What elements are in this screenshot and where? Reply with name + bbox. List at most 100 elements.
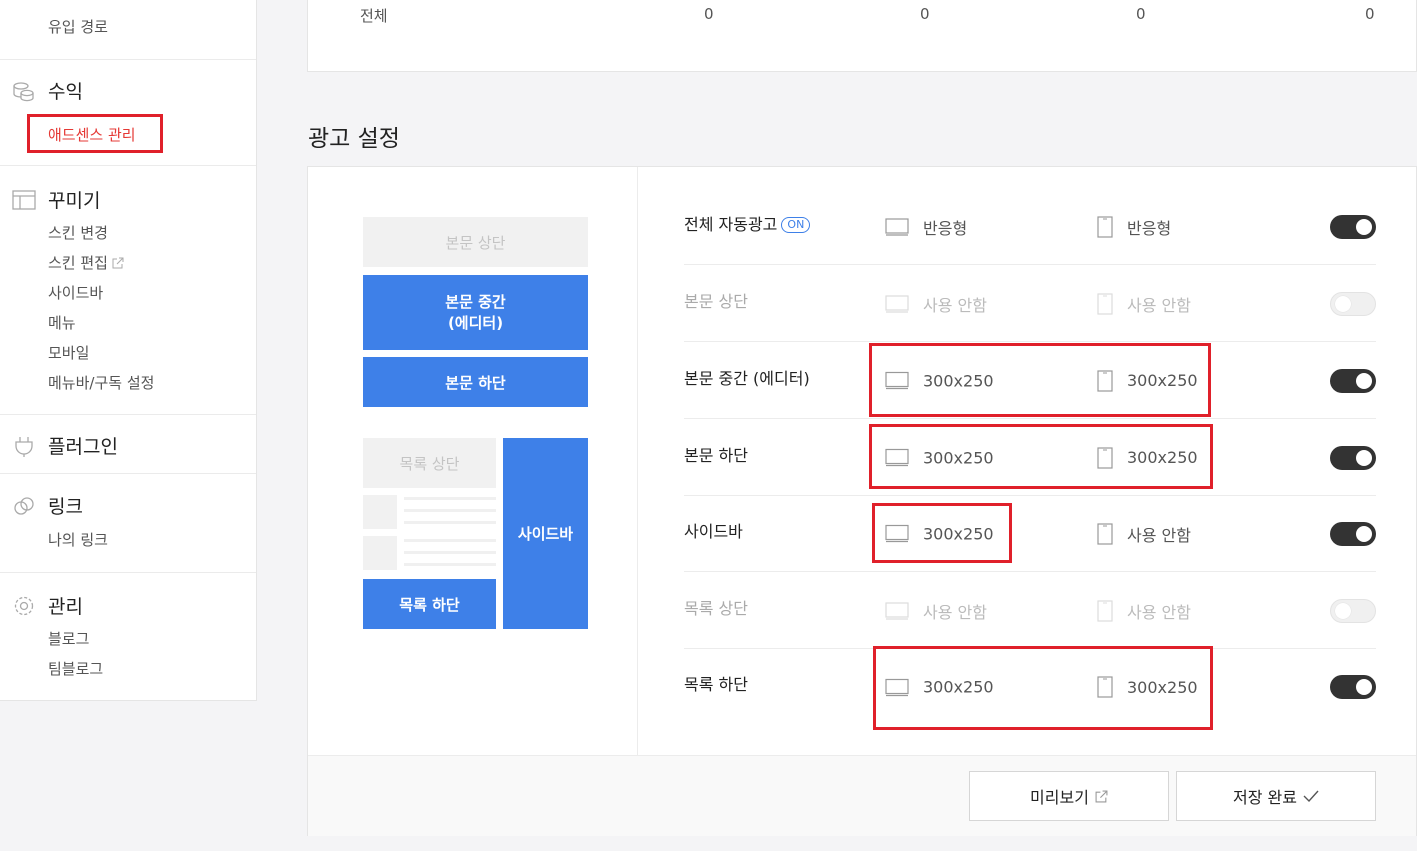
external-link-icon bbox=[1095, 790, 1108, 802]
mobile-setting-value: 사용 안함 bbox=[1127, 602, 1191, 622]
stats-value: 0 bbox=[704, 5, 714, 23]
desktop-icon bbox=[885, 601, 909, 620]
mobile-setting-value: 300x250 bbox=[1127, 371, 1198, 390]
ad-row-label: 목록 하단 bbox=[684, 675, 748, 695]
preview-list-top: 목록 상단 bbox=[363, 438, 496, 488]
mobile-icon bbox=[1097, 215, 1113, 238]
sidebar-item-label: 스킨 편집 bbox=[48, 254, 108, 272]
ad-row-label: 사이드바 bbox=[684, 521, 743, 541]
ad-toggle[interactable] bbox=[1330, 445, 1376, 470]
sidebar-section-revenue: 수익 애드센스 관리 bbox=[0, 59, 256, 165]
pc-setting[interactable]: 사용 안함 bbox=[885, 599, 987, 623]
ad-position-preview: 본문 상단 본문 중간 (에디터) 본문 하단 목록 상단 목록 하단 사이드바 bbox=[308, 167, 638, 755]
pc-setting-value: 300x250 bbox=[923, 677, 994, 697]
mobile-icon bbox=[1097, 292, 1113, 315]
stats-value: 0 bbox=[1365, 5, 1375, 23]
desktop-icon bbox=[885, 448, 909, 467]
pc-setting-value: 300x250 bbox=[923, 371, 994, 390]
pc-setting[interactable]: 반응형 bbox=[885, 215, 967, 239]
sidebar-item-mobile[interactable]: 모바일 bbox=[48, 342, 89, 363]
sidebar-section-link: 링크 나의 링크 bbox=[0, 473, 256, 572]
pc-setting-value: 300x250 bbox=[923, 448, 994, 467]
sidebar-item-menu[interactable]: 메뉴 bbox=[48, 312, 76, 333]
ad-row-body-bottom: 본문 하단 300x250 300x250 bbox=[684, 420, 1376, 496]
stats-value: 0 bbox=[1136, 5, 1146, 23]
sidebar-head-revenue[interactable]: 수익 bbox=[12, 77, 83, 104]
ad-settings-panel: 본문 상단 본문 중간 (에디터) 본문 하단 목록 상단 목록 하단 사이드바… bbox=[307, 166, 1417, 836]
preview-body-top: 본문 상단 bbox=[363, 217, 588, 267]
pc-setting[interactable]: 300x250 bbox=[885, 371, 994, 390]
sidebar-head-manage[interactable]: 관리 bbox=[12, 592, 83, 619]
pc-setting-value: 사용 안함 bbox=[923, 602, 987, 622]
ad-row-label: 목록 상단 bbox=[684, 598, 748, 618]
mobile-setting[interactable]: 사용 안함 bbox=[1097, 599, 1191, 623]
sidebar-title-manage: 관리 bbox=[48, 596, 83, 618]
mobile-setting[interactable]: 300x250 bbox=[1097, 676, 1198, 698]
ad-toggle[interactable] bbox=[1330, 291, 1376, 316]
pc-setting[interactable]: 사용 안함 bbox=[885, 292, 987, 316]
ad-toggle[interactable] bbox=[1330, 214, 1376, 239]
preview-text-line bbox=[404, 497, 496, 500]
sidebar-head-plugin[interactable]: 플러그인 bbox=[12, 432, 118, 459]
mobile-setting[interactable]: 300x250 bbox=[1097, 369, 1198, 392]
pc-setting[interactable]: 300x250 bbox=[885, 524, 994, 543]
stats-table: 전체 0 0 0 0 bbox=[307, 0, 1417, 72]
mobile-icon bbox=[1097, 599, 1113, 622]
preview-thumb bbox=[363, 495, 397, 529]
ad-row-label: 본문 하단 bbox=[684, 445, 748, 465]
preview-button[interactable]: 미리보기 bbox=[969, 771, 1169, 821]
sidebar-item-skin-change[interactable]: 스킨 변경 bbox=[48, 222, 108, 243]
sidebar-item-team-blog[interactable]: 팀블로그 bbox=[48, 658, 103, 679]
mobile-setting-value: 사용 안함 bbox=[1127, 525, 1191, 545]
ad-row-list-bottom: 목록 하단 300x250 300x250 bbox=[684, 649, 1376, 725]
sidebar-title-revenue: 수익 bbox=[48, 81, 83, 103]
ad-row-body-middle: 본문 중간 (에디터) 300x250 300x250 bbox=[684, 343, 1376, 419]
external-link-icon bbox=[112, 257, 124, 269]
pc-setting-value: 사용 안함 bbox=[923, 295, 987, 315]
mobile-setting-value: 300x250 bbox=[1127, 677, 1198, 697]
ad-row-label: 본문 중간 (에디터) bbox=[684, 368, 810, 388]
save-button[interactable]: 저장 완료 bbox=[1176, 771, 1376, 821]
mobile-icon bbox=[1097, 369, 1113, 392]
pc-setting[interactable]: 300x250 bbox=[885, 448, 994, 467]
sidebar-section-decorate: 꾸미기 스킨 변경 스킨 편집 사이드바 메뉴 모바일 메뉴바/구독 설정 bbox=[0, 165, 256, 414]
ad-toggle[interactable] bbox=[1330, 521, 1376, 546]
sidebar-item-skin-edit[interactable]: 스킨 편집 bbox=[48, 252, 124, 273]
mobile-icon bbox=[1097, 446, 1113, 469]
pc-setting-value: 반응형 bbox=[923, 218, 968, 238]
pc-setting-value: 300x250 bbox=[923, 524, 994, 543]
mobile-setting-value: 사용 안함 bbox=[1127, 295, 1191, 315]
sidebar-item-menubar[interactable]: 메뉴바/구독 설정 bbox=[48, 372, 154, 393]
sidebar-item-inflow[interactable]: 유입 경로 bbox=[48, 16, 108, 37]
ad-row-label-text: 전체 자동광고 bbox=[684, 214, 778, 234]
desktop-icon bbox=[885, 217, 909, 236]
ad-toggle[interactable] bbox=[1330, 675, 1376, 699]
sidebar-item-sidebar[interactable]: 사이드바 bbox=[48, 282, 103, 303]
mobile-icon bbox=[1097, 676, 1113, 698]
mobile-setting[interactable]: 사용 안함 bbox=[1097, 292, 1191, 316]
ad-row-sidebar: 사이드바 300x250 사용 안함 bbox=[684, 496, 1376, 572]
mobile-setting[interactable]: 사용 안함 bbox=[1097, 522, 1191, 546]
ad-row-auto: 전체 자동광고 ON 반응형 반응형 bbox=[684, 189, 1376, 265]
panel-footer: 미리보기 저장 완료 bbox=[308, 755, 1416, 836]
mobile-setting[interactable]: 300x250 bbox=[1097, 446, 1198, 469]
mobile-icon bbox=[1097, 522, 1113, 545]
sidebar-item-adsense[interactable]: 애드센스 관리 bbox=[48, 124, 136, 145]
ad-row-label: 전체 자동광고 ON bbox=[684, 211, 811, 235]
sidebar: 유입 경로 수익 애드센스 관리 꾸미기 스킨 변경 스킨 편집 사이드바 메뉴… bbox=[0, 0, 257, 701]
mobile-setting[interactable]: 반응형 bbox=[1097, 215, 1171, 239]
preview-body-middle: 본문 중간 (에디터) bbox=[363, 275, 588, 350]
sidebar-head-decorate[interactable]: 꾸미기 bbox=[12, 186, 100, 213]
ad-row-label: 본문 상단 bbox=[684, 291, 748, 311]
sidebar-head-link[interactable]: 링크 bbox=[12, 492, 83, 519]
sidebar-item-blog[interactable]: 블로그 bbox=[48, 628, 89, 649]
link-icon bbox=[14, 496, 34, 515]
pc-setting[interactable]: 300x250 bbox=[885, 678, 994, 697]
coins-icon bbox=[13, 81, 34, 101]
sidebar-item-my-link[interactable]: 나의 링크 bbox=[48, 529, 108, 550]
ad-toggle[interactable] bbox=[1330, 598, 1376, 623]
stats-value: 0 bbox=[920, 5, 930, 23]
sidebar-section-plugin: 플러그인 bbox=[0, 414, 256, 473]
ad-toggle[interactable] bbox=[1330, 368, 1376, 393]
stats-label: 전체 bbox=[360, 7, 388, 25]
